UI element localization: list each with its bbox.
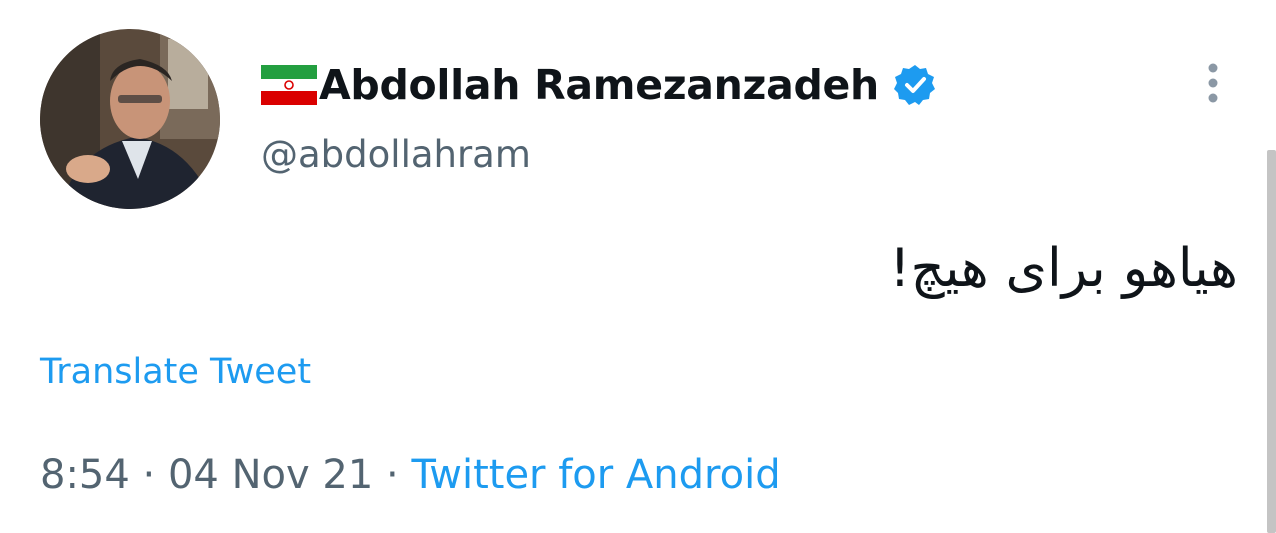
avatar[interactable]	[40, 29, 220, 209]
author-name-row[interactable]: Abdollah Ramezanzadeh	[261, 58, 937, 112]
more-options-icon[interactable]	[1200, 60, 1226, 106]
tweet-time[interactable]: 8:54	[40, 452, 130, 498]
verified-badge-icon	[893, 63, 937, 107]
profile-photo	[40, 29, 220, 209]
meta-separator: ·	[142, 452, 156, 498]
tweet-source-link[interactable]: Twitter for Android	[411, 452, 780, 498]
translate-tweet-link[interactable]: Translate Tweet	[40, 352, 311, 392]
scrollbar[interactable]	[1267, 150, 1276, 533]
tweet-text: هیاهو برای هیچ!	[889, 238, 1238, 299]
meta-separator: ·	[386, 452, 399, 498]
display-name[interactable]: Abdollah Ramezanzadeh	[319, 61, 879, 109]
iran-flag-icon	[261, 65, 317, 105]
tweet-date[interactable]: 04 Nov 21	[168, 452, 373, 498]
user-handle[interactable]: @abdollahram	[261, 133, 531, 176]
tweet-meta: 8:54 · 04 Nov 21 · Twitter for Android	[40, 452, 781, 498]
